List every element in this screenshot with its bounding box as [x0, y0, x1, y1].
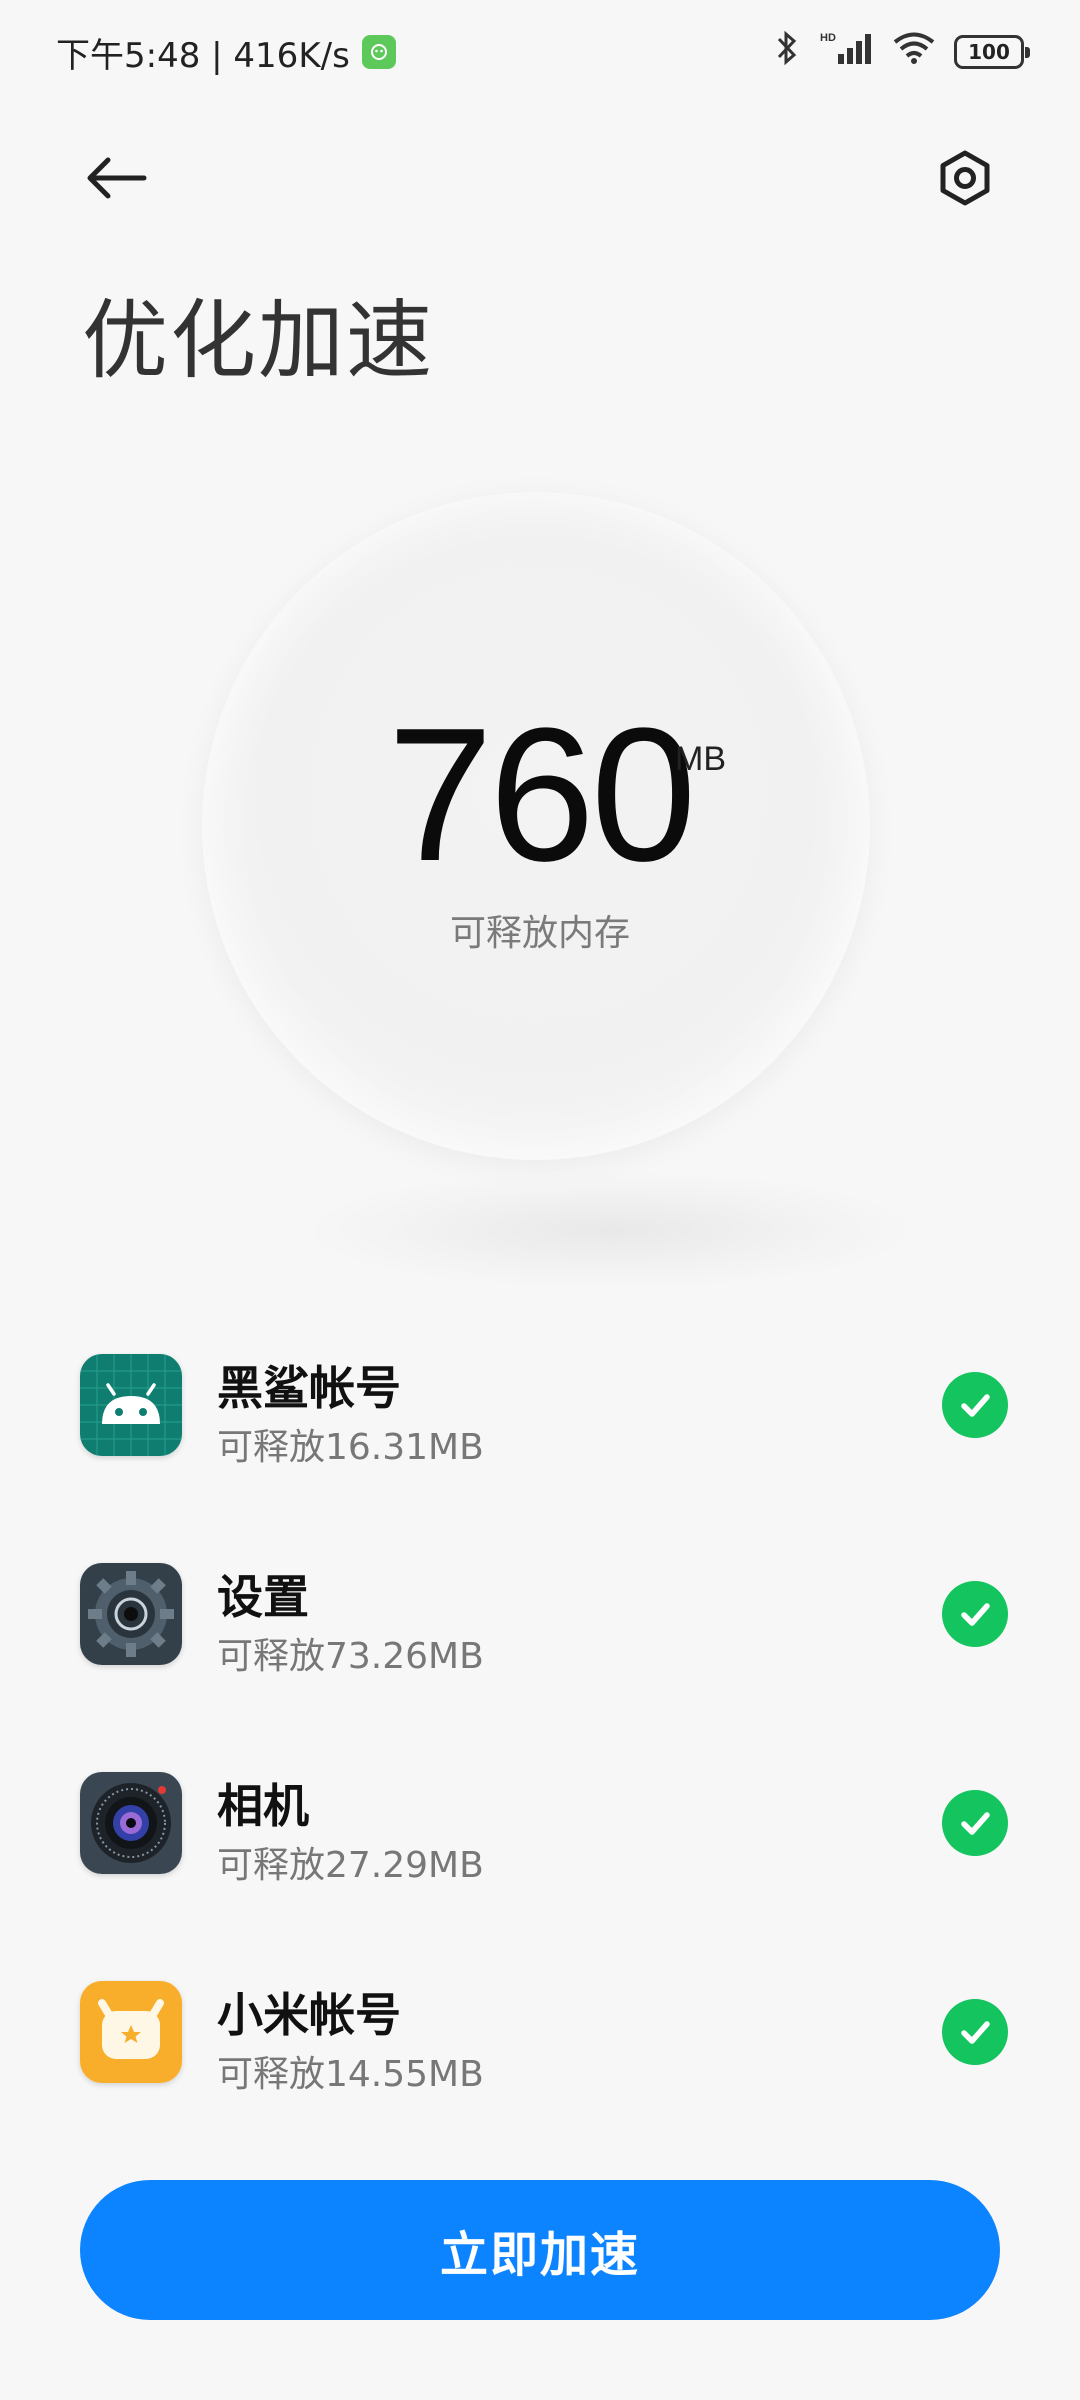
check-icon[interactable]: [942, 1372, 1008, 1438]
check-icon[interactable]: [942, 1790, 1008, 1856]
settings-button[interactable]: [920, 135, 1010, 221]
memory-unit: MB: [675, 740, 726, 778]
settings-hexagon-icon: [940, 150, 990, 206]
camera-lens-icon: [80, 1772, 182, 1874]
signal-icon: HD: [818, 30, 874, 75]
status-time: 下午5:48 | 416K/s: [56, 35, 350, 76]
list-item[interactable]: 相机 可释放27.29MB: [0, 1758, 1080, 1908]
app-name: 设置: [217, 1570, 309, 1624]
app-name: 相机: [217, 1779, 309, 1833]
app-size: 可释放27.29MB: [217, 1845, 484, 1886]
sphere-shadow: [300, 1170, 920, 1290]
gear-icon: [80, 1563, 182, 1665]
app-size: 可释放73.26MB: [217, 1636, 484, 1677]
page-title: 优化加速: [82, 291, 434, 391]
app-badge-icon: [361, 35, 396, 69]
back-button[interactable]: [70, 138, 162, 218]
check-icon[interactable]: [942, 1581, 1008, 1647]
status-right: HD 100: [774, 29, 1030, 76]
bluetooth-icon: [774, 29, 800, 76]
back-arrow-icon: [87, 157, 147, 199]
battery-icon: 100: [954, 35, 1030, 69]
check-icon[interactable]: [942, 1999, 1008, 2065]
wifi-icon: [892, 31, 936, 74]
app-size: 可释放16.31MB: [217, 1427, 484, 1468]
app-name: 黑鲨帐号: [217, 1361, 401, 1415]
app-size: 可释放14.55MB: [217, 2054, 484, 2095]
status-left: 下午5:48 | 416K/s: [56, 28, 396, 77]
memory-label: 可释放内存: [449, 913, 630, 954]
list-item[interactable]: 黑鲨帐号 可释放16.31MB: [0, 1340, 1080, 1490]
svg-text:HD: HD: [820, 32, 836, 44]
accelerate-button[interactable]: 立即加速: [80, 2180, 1000, 2320]
list-item[interactable]: 小米帐号 可释放14.55MB: [0, 1967, 1080, 2117]
list-item[interactable]: 设置 可释放73.26MB: [0, 1549, 1080, 1699]
memory-value: 760: [387, 689, 696, 901]
status-bar: 下午5:48 | 416K/s HD 100: [0, 0, 1080, 104]
app-name: 小米帐号: [217, 1988, 401, 2042]
android-icon: [80, 1354, 182, 1456]
mi-account-icon: [80, 1981, 182, 2083]
